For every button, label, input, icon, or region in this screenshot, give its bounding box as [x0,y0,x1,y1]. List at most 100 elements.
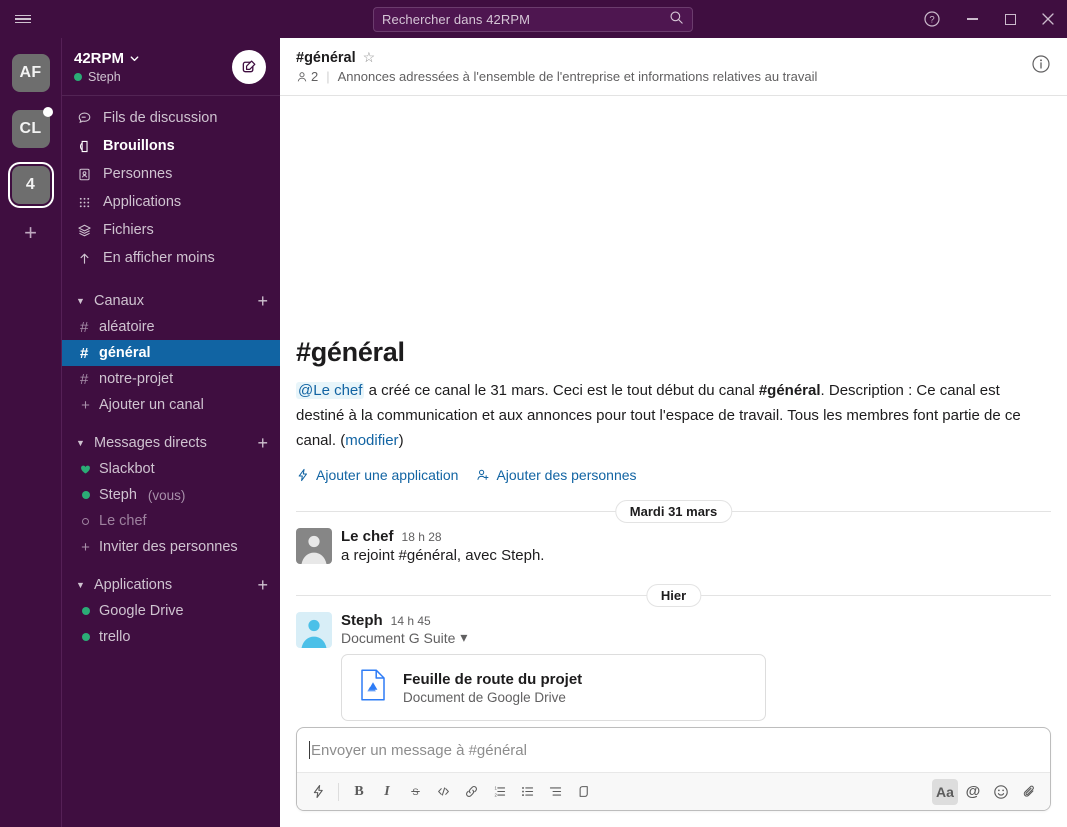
svg-text:?: ? [929,15,934,26]
search-input[interactable]: Rechercher dans 42RPM [373,7,693,32]
add-app-icon [298,468,308,482]
sidebar-item-threads[interactable]: Fils de discussion [62,104,280,132]
sidebar-invite-people[interactable]: + Inviter des personnes [62,534,280,560]
message-author[interactable]: Steph [341,612,383,629]
avatar[interactable] [296,528,332,564]
minimize-button[interactable] [953,0,991,38]
message-app-subtitle[interactable]: Document G Suite ▾ [341,629,1051,646]
workspace-switcher-cl[interactable]: CL [8,106,54,152]
sidebar-add-channel[interactable]: + Ajouter un canal [62,392,280,418]
date-divider-label[interactable]: Hier [645,584,702,607]
message-header: Le chef 18 h 28 [341,528,1051,545]
channel-intro: #général @Le chef a créé ce canal le 31 … [296,337,1051,489]
code-icon[interactable] [430,779,456,805]
attachment-title[interactable]: Feuille de route du projet [403,671,582,688]
ordered-list-icon[interactable]: 12 [486,779,512,805]
chevron-down-icon: ▼ [76,438,85,448]
date-divider: Hier [296,584,1051,607]
add-app-button[interactable]: Ajouter une application [296,467,458,483]
sidebar-item-drafts[interactable]: Brouillons [62,132,280,160]
composer-toolbar: B I S 12 [297,772,1050,810]
divider [338,782,339,801]
workspace-tile-label[interactable]: 4 [11,166,50,204]
message-composer[interactable]: Envoyer un message à #général B I S [296,727,1051,811]
window-controls-group: ? [911,0,1067,38]
workspace-switcher-af[interactable]: AF [8,50,54,96]
help-circle-icon[interactable]: ? [911,0,953,38]
section-header-dms[interactable]: ▼ Messages directs + [62,430,280,456]
member-count-button[interactable]: 2 [296,69,318,84]
message-timestamp[interactable]: 14 h 45 [391,614,431,628]
sidebar-dm-steph[interactable]: Steph (vous) [62,482,280,508]
add-people-button[interactable]: Ajouter des personnes [476,467,637,483]
hamburger-icon[interactable] [0,13,46,26]
channel-intro-heading: #général [296,337,405,367]
section-header-apps[interactable]: ▼ Applications + [62,572,280,598]
workspace-header[interactable]: 42RPM Steph [62,38,280,96]
add-channel-icon[interactable]: + [257,292,268,310]
add-workspace-button[interactable]: + [24,222,37,244]
date-divider-label[interactable]: Mardi 31 mars [614,500,733,523]
sidebar-section-dms: ▼ Messages directs + Slackbot Steph (vou… [62,430,280,560]
chevron-down-icon[interactable]: ▾ [460,629,467,646]
section-header-channels[interactable]: ▼ Canaux + [62,288,280,314]
strikethrough-icon[interactable]: S [402,779,428,805]
info-circle-icon[interactable] [1031,54,1051,79]
sidebar-item-people[interactable]: Personnes [62,160,280,188]
sidebar-item-apps[interactable]: Applications [62,188,280,216]
add-app-icon[interactable]: + [257,576,268,594]
sidebar-section-channels: ▼ Canaux + # aléatoire # général # notre… [62,288,280,418]
emoji-icon[interactable] [988,779,1014,805]
user-mention[interactable]: @Le chef [296,382,365,399]
sidebar-dm-slackbot[interactable]: Slackbot [62,456,280,482]
workspace-tile-label[interactable]: AF [11,54,50,92]
bulleted-list-icon[interactable] [514,779,540,805]
google-drive-file-icon [356,668,390,707]
channel-name[interactable]: #général [296,50,356,66]
attachment-text: Feuille de route du projet Document de G… [403,671,582,705]
shortcuts-icon[interactable] [305,779,331,805]
sidebar-channel-general[interactable]: # général [62,340,280,366]
compose-icon[interactable] [232,49,266,84]
star-icon[interactable]: ☆ [363,49,376,66]
link-icon[interactable] [458,779,484,805]
formatting-icon[interactable]: Aa [932,778,958,805]
svg-text:1: 1 [494,785,497,790]
workspace-switcher-42rpm[interactable]: 4 [8,162,54,208]
member-count: 2 [311,69,319,84]
attachment-icon[interactable] [1016,779,1042,805]
sidebar-item-files[interactable]: Fichiers [62,216,280,244]
sidebar-item-show-less[interactable]: En afficher moins [62,244,280,272]
bold-icon[interactable]: B [346,779,372,805]
search-bar[interactable]: Rechercher dans 42RPM [373,7,693,32]
sidebar-channel-notre-projet[interactable]: # notre-projet [62,366,280,392]
workspace-name-row[interactable]: 42RPM [74,50,232,67]
notification-badge-dot [42,107,53,117]
close-button[interactable] [1029,0,1067,38]
message-input[interactable]: Envoyer un message à #général [297,728,1050,772]
message-author[interactable]: Le chef [341,528,394,545]
sidebar-dm-le-chef[interactable]: Le chef [62,508,280,534]
file-attachment-card[interactable]: Feuille de route du projet Document de G… [341,654,766,721]
message-body: Steph 14 h 45 Document G Suite ▾ Feuille… [341,612,1051,721]
app-body: AF CL 4 + 42RPM Steph Fils de discussion… [0,38,1067,827]
mention-icon[interactable]: @ [960,779,986,805]
italic-icon[interactable]: I [374,779,400,805]
edit-description-link[interactable]: modifier [345,432,398,449]
sidebar-app-trello[interactable]: trello [62,624,280,650]
add-dm-icon[interactable]: + [257,434,268,452]
maximize-button[interactable] [991,0,1029,38]
code-block-icon[interactable] [570,779,596,805]
avatar[interactable] [296,612,332,648]
channel-topic[interactable]: Annonces adressées à l'ensemble de l'ent… [338,69,818,84]
current-user-row[interactable]: Steph [74,70,232,84]
channel-title-row: #général ☆ [296,49,1031,66]
threads-icon [76,111,92,126]
presence-offline-icon [80,517,91,525]
message-timestamp[interactable]: 18 h 28 [402,530,442,544]
sidebar-channel-aleatoire[interactable]: # aléatoire [62,314,280,340]
blockquote-icon[interactable] [542,779,568,805]
search-icon[interactable] [669,10,684,30]
sidebar-app-google-drive[interactable]: Google Drive [62,598,280,624]
workspace-rail: AF CL 4 + [0,38,62,827]
